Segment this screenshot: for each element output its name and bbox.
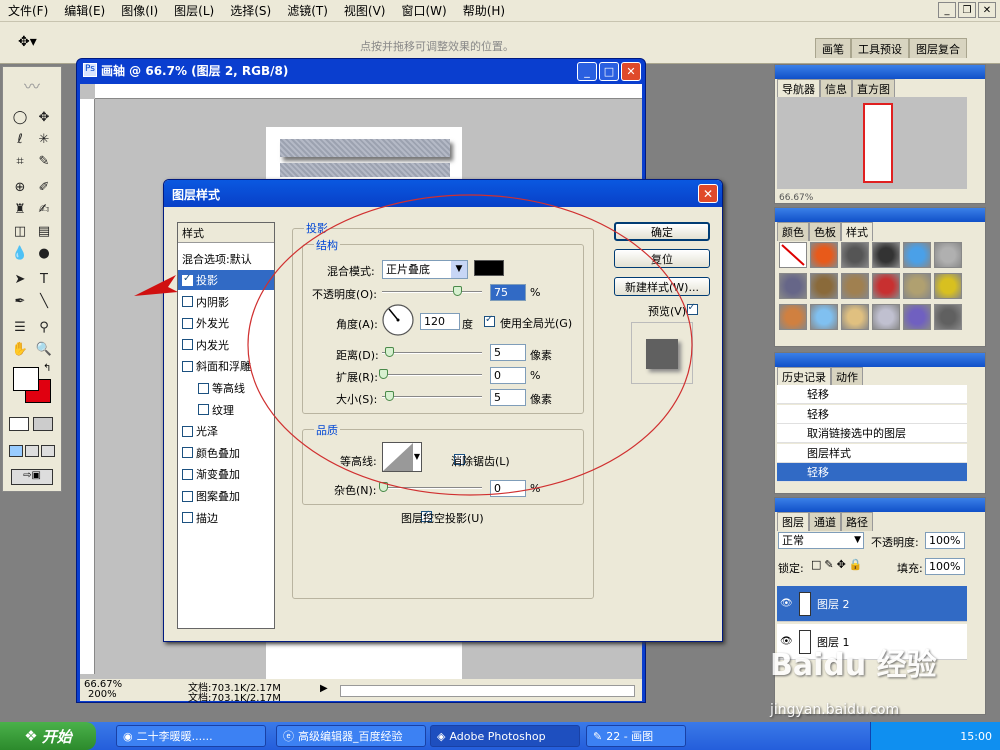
- task-item-photoshop[interactable]: ◈ Adobe Photoshop: [430, 725, 580, 747]
- clock: 15:00: [960, 729, 992, 743]
- style-swatch[interactable]: [779, 242, 807, 268]
- history-titlebar: [775, 353, 985, 367]
- style-swatch[interactable]: [779, 304, 807, 330]
- style-swatch[interactable]: [841, 273, 869, 299]
- style-swatch[interactable]: [934, 242, 962, 268]
- lock-label: 锁定:: [778, 562, 804, 575]
- tab-info[interactable]: 信息: [820, 79, 852, 98]
- tab-history[interactable]: 历史记录: [777, 367, 831, 386]
- tab-channels[interactable]: 通道: [809, 512, 841, 531]
- task-item-browser[interactable]: ⓔ 高级编辑器_百度经验: [276, 725, 426, 747]
- history-row[interactable]: 轻移: [777, 385, 967, 404]
- layer-opacity-label: 不透明度:: [871, 536, 919, 549]
- history-row-label: 轻移: [807, 407, 829, 421]
- paint-icon: ✎: [593, 729, 603, 743]
- tab-navigator[interactable]: 导航器: [777, 79, 820, 98]
- navigator-preview[interactable]: [777, 97, 967, 189]
- style-swatch[interactable]: [934, 273, 962, 299]
- tab-color[interactable]: 颜色: [777, 222, 809, 241]
- photoshop-icon: ◈: [437, 729, 446, 743]
- tab-layers[interactable]: 图层: [777, 512, 809, 531]
- layer-fill-input[interactable]: 100%: [925, 558, 965, 575]
- layer-row[interactable]: 👁 图层 2: [777, 586, 967, 622]
- history-row[interactable]: 图层样式: [777, 443, 967, 463]
- style-swatch[interactable]: [810, 242, 838, 268]
- styles-titlebar: [775, 208, 985, 222]
- style-swatch[interactable]: [934, 304, 962, 330]
- style-swatch[interactable]: [872, 273, 900, 299]
- style-swatch[interactable]: [841, 242, 869, 268]
- layer-thumbnail: [799, 592, 811, 616]
- task-item-chat[interactable]: ◉ 二十李暖暖......: [116, 725, 266, 747]
- style-swatch[interactable]: [779, 273, 807, 299]
- style-swatch[interactable]: [810, 304, 838, 330]
- baidu-watermark-url: jingyan.baidu.com: [770, 702, 900, 718]
- layer-name: 图层 2: [817, 597, 850, 611]
- styles-panel: 颜色 色板 样式: [774, 207, 986, 347]
- navigator-panel: 导航器 信息 直方图 66.67%: [774, 64, 986, 204]
- tab-paths[interactable]: 路径: [841, 512, 873, 531]
- history-row-label: 轻移: [807, 388, 829, 401]
- history-panel: 历史记录 动作 轻移 轻移 取消链接选中的图层 图层样式 轻移: [774, 352, 986, 494]
- windows-flag-icon: ❖: [24, 727, 38, 745]
- style-swatch[interactable]: [903, 304, 931, 330]
- history-row-label: 取消链接选中的图层: [807, 427, 906, 440]
- navigator-zoom: 66.67%: [779, 193, 814, 203]
- navigator-titlebar: [775, 65, 985, 79]
- navigator-view-box[interactable]: [863, 103, 893, 183]
- chevron-down-icon: ▼: [854, 535, 861, 545]
- history-row[interactable]: 轻移: [777, 404, 967, 424]
- fill-label: 填充:: [897, 562, 923, 575]
- history-row[interactable]: 轻移: [777, 463, 967, 482]
- tab-styles[interactable]: 样式: [841, 222, 873, 241]
- layer-blend-mode-select[interactable]: 正常 ▼: [778, 532, 864, 549]
- baidu-watermark: Baidu 经验: [770, 648, 937, 683]
- style-swatch[interactable]: [872, 304, 900, 330]
- lock-icons[interactable]: □✎✥🔒: [811, 558, 866, 571]
- history-row-label: 轻移: [807, 466, 829, 479]
- history-row[interactable]: 取消链接选中的图层: [777, 424, 967, 443]
- style-swatch[interactable]: [872, 242, 900, 268]
- style-swatch[interactable]: [841, 304, 869, 330]
- start-button[interactable]: ❖ 开始: [0, 722, 96, 750]
- style-swatch[interactable]: [810, 273, 838, 299]
- history-row-label: 图层样式: [807, 446, 851, 460]
- style-swatch[interactable]: [903, 242, 931, 268]
- eye-icon[interactable]: 👁: [780, 598, 793, 609]
- chat-icon: ◉: [123, 729, 133, 743]
- system-tray: 15:00: [870, 722, 1000, 750]
- task-item-paint[interactable]: ✎ 22 - 画图: [586, 725, 686, 747]
- layer-opacity-input[interactable]: 100%: [925, 532, 965, 549]
- layers-titlebar: [775, 498, 985, 512]
- tab-swatches[interactable]: 色板: [809, 222, 841, 241]
- tab-histogram[interactable]: 直方图: [852, 79, 895, 98]
- taskbar: ❖ 开始 ◉ 二十李暖暖...... ⓔ 高级编辑器_百度经验 ◈ Adobe Phot…: [0, 722, 1000, 750]
- style-swatch[interactable]: [903, 273, 931, 299]
- ie-icon: ⓔ: [283, 730, 294, 743]
- tab-actions[interactable]: 动作: [831, 367, 863, 386]
